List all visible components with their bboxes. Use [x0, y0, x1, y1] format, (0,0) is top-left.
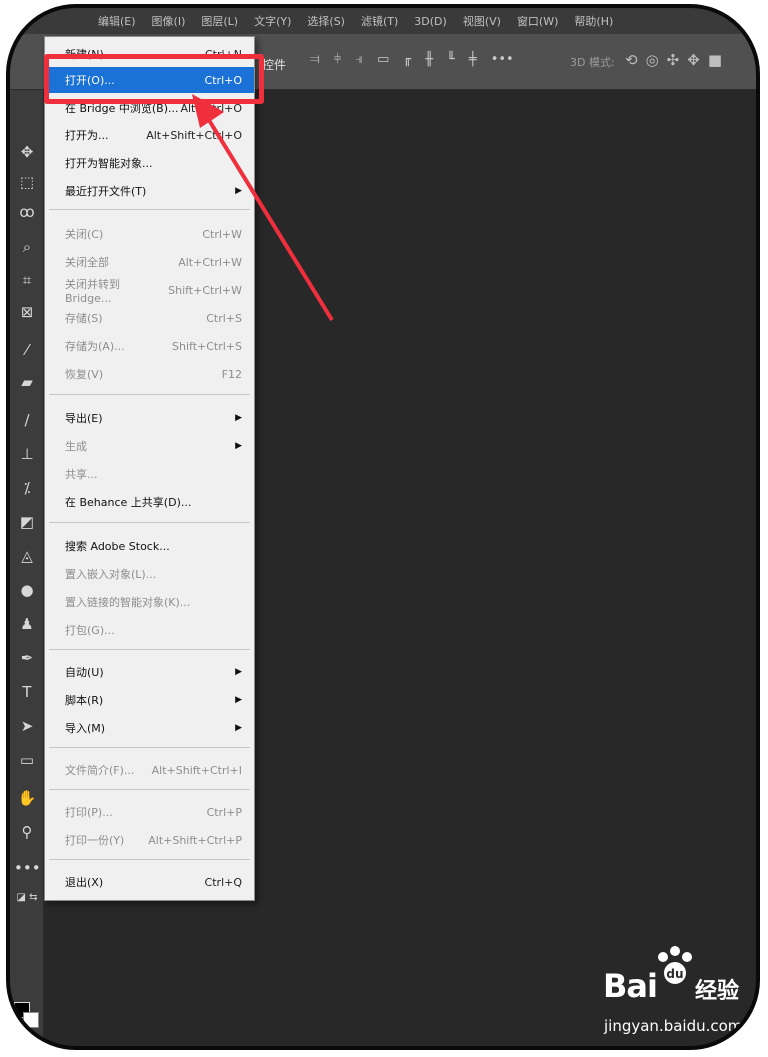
baidu-watermark: du Bai 经验 jingyan.baidu.com: [603, 943, 753, 1043]
svg-text:du: du: [666, 967, 683, 981]
baidu-paw-icon: du: [658, 946, 692, 984]
baidu-logo-text: Bai: [603, 967, 658, 1005]
pointer-arrow-icon: [192, 94, 334, 322]
baidu-jingyan-text: 经验: [695, 979, 740, 1004]
screenshot-frame: 编辑(E) 图像(I) 图层(L) 文字(Y) 选择(S) 滤镜(T) 3D(D…: [6, 4, 760, 1050]
watermark-url: jingyan.baidu.com: [604, 1017, 743, 1035]
